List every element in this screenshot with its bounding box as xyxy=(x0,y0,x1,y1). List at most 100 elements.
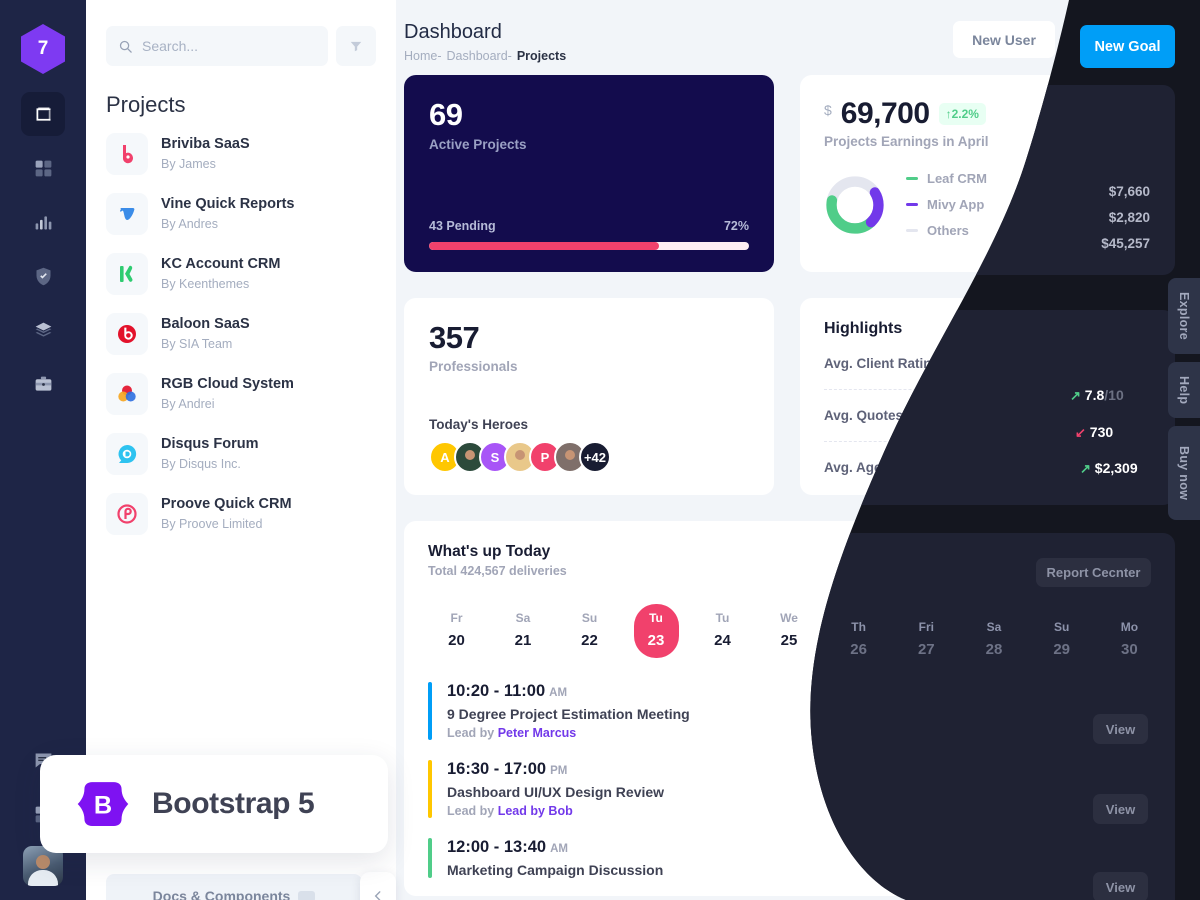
project-name: KC Account CRM xyxy=(161,256,281,273)
rail-item-grid[interactable] xyxy=(21,146,65,190)
date-dow: Fr xyxy=(450,611,463,625)
shield-check-icon xyxy=(36,267,50,285)
rail-item-projects[interactable] xyxy=(21,362,65,406)
date-cell-dark[interactable]: Fri 27 xyxy=(904,620,949,658)
legend-swatch xyxy=(906,203,918,206)
project-logo xyxy=(106,193,148,235)
date-cell[interactable]: Fr 20 xyxy=(434,604,479,658)
date-number: 22 xyxy=(581,632,598,649)
side-tab-explore[interactable]: Explore xyxy=(1168,278,1200,354)
view-button-dark[interactable]: View xyxy=(1093,794,1148,824)
date-number: 25 xyxy=(780,632,798,649)
legend-label: Others xyxy=(927,223,969,238)
progress-bar xyxy=(429,242,749,250)
date-cell[interactable]: We 25 xyxy=(767,604,812,658)
date-dow: Su xyxy=(581,611,598,625)
breadcrumb-item[interactable]: Home- xyxy=(404,49,442,63)
date-cell[interactable]: Tu 24 xyxy=(700,604,745,658)
rgb-icon xyxy=(118,385,136,402)
rail-item-security[interactable] xyxy=(21,254,65,298)
collapse-panel-button[interactable] xyxy=(360,872,396,900)
view-button-dark[interactable]: View xyxy=(1093,872,1148,900)
event-time: 16:30 - 17:00 PM xyxy=(447,760,568,778)
date-cell-dark[interactable]: Mo 30 xyxy=(1107,620,1152,658)
earnings-amount: 69,700 xyxy=(840,97,930,130)
date-dow: Sa xyxy=(986,620,1002,634)
list-item[interactable]: Vine Quick Reports By Andres xyxy=(100,184,382,244)
donut-chart xyxy=(826,175,884,234)
search-input[interactable] xyxy=(142,38,316,54)
kickstarter-icon xyxy=(120,265,133,282)
avatar-overflow-count[interactable]: +42 xyxy=(579,441,611,473)
new-user-button[interactable]: New User xyxy=(953,21,1055,58)
date-number: 26 xyxy=(850,641,867,658)
list-item[interactable]: KC Account CRM By Keenthemes xyxy=(100,244,382,304)
panel-title: Projects xyxy=(106,92,186,117)
event-meridiem: AM xyxy=(549,687,568,699)
legend-swatch xyxy=(906,177,918,180)
highlight-value-dark: ↗ $2,309 xyxy=(1080,460,1138,476)
legend-value-dark: $2,820 xyxy=(1108,210,1150,225)
project-name: Disqus Forum xyxy=(161,436,259,453)
list-item[interactable]: Baloon SaaS By SIA Team xyxy=(100,304,382,364)
search-icon xyxy=(119,40,132,53)
project-name: Vine Quick Reports xyxy=(161,196,295,213)
professionals-card: 357 Professionals Today's Heroes A S P +42 xyxy=(404,298,774,495)
breadcrumb-item[interactable]: Dashboard- xyxy=(447,49,512,63)
list-item[interactable]: Disqus Forum By Disqus Inc. xyxy=(100,424,382,484)
event-color-bar xyxy=(428,682,432,740)
view-button-dark[interactable]: View xyxy=(1093,714,1148,744)
filter-button[interactable] xyxy=(336,26,376,66)
bebo-icon xyxy=(122,145,133,164)
event-time: 10:20 - 11:00 AM xyxy=(447,682,568,700)
search-box[interactable] xyxy=(106,26,328,66)
date-cell-selected[interactable]: Tu 23 xyxy=(633,604,679,658)
highlight-label: Avg. Quotes xyxy=(824,408,904,423)
event-meridiem: PM xyxy=(550,765,568,777)
date-cell-dark[interactable]: Sa 28 xyxy=(972,620,1017,658)
rail-item-analytics[interactable] xyxy=(21,200,65,244)
list-item[interactable]: Briviba SaaS By James xyxy=(100,124,382,184)
list-item[interactable]: RGB Cloud System By Andrei xyxy=(100,364,382,424)
rail-item-cube[interactable] xyxy=(21,92,65,136)
date-cell-dark[interactable]: Th 26 xyxy=(836,620,881,658)
report-center-button-dark[interactable]: Report Cecnter xyxy=(1036,558,1151,587)
bootstrap-icon: B xyxy=(77,782,129,826)
rail-item-layers[interactable] xyxy=(21,308,65,352)
docs-components-button[interactable]: Docs & Components xyxy=(106,874,362,900)
highlight-label: Avg. Client Rating xyxy=(824,356,940,371)
project-author: By Disqus Inc. xyxy=(161,457,241,472)
currency-symbol: $ xyxy=(824,102,832,118)
project-list: Briviba SaaS By James Vine Quick Reports… xyxy=(86,124,396,544)
side-tab-buy-now[interactable]: Buy now xyxy=(1168,426,1200,521)
event-name: Marketing Campaign Discussion xyxy=(447,862,664,878)
pending-label: 43 Pending xyxy=(429,219,496,233)
date-dow: Tu xyxy=(649,611,663,625)
date-cell[interactable]: Su 22 xyxy=(567,604,612,658)
date-cell-dark[interactable]: Su 29 xyxy=(1039,620,1084,658)
filter-icon xyxy=(350,41,362,52)
date-number: 29 xyxy=(1053,641,1071,658)
event-name: Dashboard UI/UX Design Review xyxy=(447,784,665,800)
date-dow: We xyxy=(780,611,798,625)
date-number: 30 xyxy=(1121,641,1138,658)
side-tab-help[interactable]: Help xyxy=(1168,361,1200,419)
bootstrap-badge-label: Bootstrap 5 xyxy=(152,787,315,820)
legend-value-dark: $7,660 xyxy=(1108,184,1150,199)
project-logo xyxy=(106,253,148,295)
legend-label: Leaf CRM xyxy=(927,171,987,186)
list-item[interactable]: Proove Quick CRM By Proove Limited xyxy=(100,484,382,544)
legend-value-dark: $45,257 xyxy=(1101,236,1150,251)
app-logo[interactable]: 7 xyxy=(21,24,65,74)
active-projects-value: 69 xyxy=(429,97,463,132)
cube-icon xyxy=(36,107,50,121)
project-author: By SIA Team xyxy=(161,337,233,352)
date-dow: Fri xyxy=(918,620,934,634)
new-goal-button-dark[interactable]: New Goal xyxy=(1080,25,1175,68)
earnings-change-badge: ↑2.2% xyxy=(938,103,986,125)
search-row xyxy=(86,0,396,66)
rail-nav xyxy=(21,92,65,406)
date-number: 27 xyxy=(917,641,935,658)
avatar-group[interactable]: A S P +42 xyxy=(429,441,749,473)
date-cell[interactable]: Sa 21 xyxy=(501,604,546,658)
